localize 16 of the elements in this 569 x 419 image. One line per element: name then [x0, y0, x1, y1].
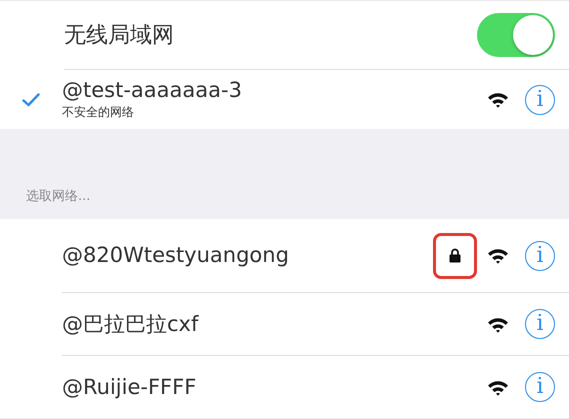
info-button[interactable]: i — [525, 372, 555, 402]
wifi-toggle[interactable] — [477, 13, 555, 57]
network-name: @巴拉巴拉cxf — [62, 312, 200, 336]
wifi-icon — [487, 378, 509, 396]
network-name: @820Wtestyuangong — [62, 243, 290, 268]
section-header: 选取网络... — [26, 188, 90, 205]
network-name: @test-aaaaaaa-3 — [62, 78, 243, 102]
info-button[interactable]: i — [525, 240, 555, 270]
wifi-label: 无线局域网 — [64, 22, 175, 50]
network-name: @Ruijie-FFFF — [62, 374, 198, 400]
info-button[interactable]: i — [525, 84, 555, 114]
wifi-icon — [487, 91, 509, 108]
network-status: 不安全的网络 — [62, 104, 135, 122]
wifi-icon — [487, 316, 509, 332]
wifi-icon — [487, 247, 509, 264]
info-button[interactable]: i — [525, 309, 555, 339]
